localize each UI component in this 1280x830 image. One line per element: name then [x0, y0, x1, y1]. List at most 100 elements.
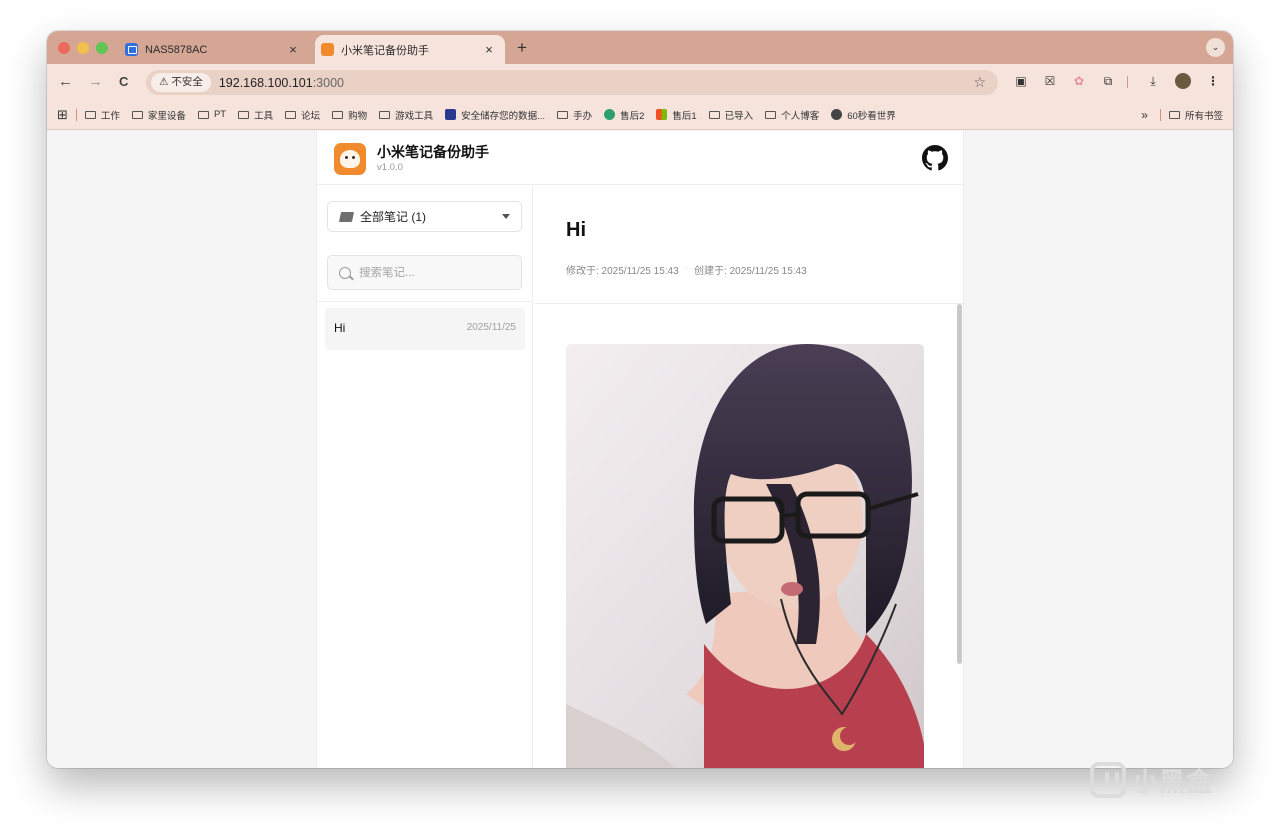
bookmark-label: 个人博客: [781, 110, 820, 122]
note-modified: 修改于: 2025/11/25 15:43: [566, 266, 679, 277]
bookmark-folder-game-tools[interactable]: 游戏工具: [379, 108, 433, 122]
address-bar[interactable]: ⚠ 不安全 192.168.100.101:3000 ☆: [146, 70, 998, 95]
bookmark-divider: [75, 108, 77, 121]
search-box[interactable]: [327, 255, 522, 290]
rabbit-face-icon: [340, 150, 360, 168]
news-favicon-icon: [831, 109, 843, 120]
bookmark-folder-work[interactable]: 工作: [84, 108, 120, 122]
extensions-puzzle-icon[interactable]: ⧉: [1101, 74, 1115, 88]
url-text: 192.168.100.101:3000: [219, 76, 344, 90]
minimize-window-button[interactable]: [77, 42, 89, 54]
tab-search-button[interactable]: ⌄: [1206, 38, 1225, 57]
close-window-button[interactable]: [58, 42, 70, 54]
search-icon: [339, 266, 351, 279]
bookmark-folder-shopping[interactable]: 购物: [332, 108, 367, 122]
new-tab-button[interactable]: +: [517, 38, 527, 58]
extension-pink-icon[interactable]: ✿: [1072, 74, 1086, 88]
security-badge[interactable]: ⚠ 不安全: [151, 73, 211, 92]
maximize-window-button[interactable]: [96, 42, 108, 54]
bookmark-label: 家里设备: [147, 110, 186, 122]
folder-icon: [379, 110, 391, 119]
browser-toolbar: ← → C ⚠ 不安全 192.168.100.101:3000 ☆ ▣ ☒ ✿…: [47, 64, 1233, 100]
reload-button[interactable]: C: [119, 74, 128, 89]
folder-icon: [238, 110, 250, 119]
url-port: :3000: [312, 75, 344, 90]
bookmark-folder-blog[interactable]: 个人博客: [765, 108, 819, 122]
apps-grid-icon[interactable]: ⊞: [57, 107, 68, 123]
bookmark-label: 售后1: [672, 110, 697, 122]
bookmark-divider: [1159, 109, 1161, 121]
tab-notes-helper[interactable]: 小米笔记备份助手 ×: [315, 35, 505, 64]
bookmark-label: 论坛: [301, 110, 321, 122]
folder-icon: [84, 110, 96, 119]
portrait-photo: [566, 344, 924, 768]
tab-title: NAS5878AC: [145, 43, 208, 56]
bookmark-label: 售后2: [620, 110, 645, 122]
content-divider: [534, 303, 964, 304]
folder-icon: [557, 110, 569, 119]
bookmark-star-icon[interactable]: ☆: [973, 74, 986, 91]
extension-screenshot-icon[interactable]: ☒: [1043, 74, 1057, 88]
content-scrollbar[interactable]: [957, 304, 962, 664]
bookmark-label: 安全储存您的数据...: [461, 110, 546, 122]
note-list-date: 2025/11/25: [466, 322, 516, 333]
screen: NAS5878AC × 小米笔记备份助手 × + ⌄ ← → C ⚠ 不安全 1…: [0, 0, 1280, 830]
note-meta: 修改于: 2025/11/25 15:43 · 创建于: 2025/11/25 …: [566, 262, 807, 277]
bookmark-60s-world[interactable]: 60秒看世界: [831, 108, 896, 122]
bookmark-folder-tools[interactable]: 工具: [238, 108, 273, 122]
bookmark-label: 工作: [100, 110, 120, 122]
bookmark-folder-figures[interactable]: 手办: [557, 108, 592, 122]
download-icon[interactable]: ⤓: [1146, 74, 1160, 88]
tab-close-icon[interactable]: ×: [285, 42, 301, 57]
back-button[interactable]: ←: [58, 73, 73, 90]
browser-menu-icon[interactable]: ⋮: [1206, 74, 1220, 88]
app-logo-icon: [334, 143, 366, 175]
forward-button[interactable]: →: [88, 73, 103, 90]
app-title: 小米笔记备份助手: [377, 144, 489, 160]
bookmark-label: 购物: [348, 110, 368, 122]
extension-mask-icon[interactable]: ▣: [1014, 74, 1028, 88]
note-title: Hi: [566, 219, 586, 241]
note-list-title: Hi: [334, 321, 346, 335]
tab-title: 小米笔记备份助手: [341, 44, 429, 57]
bookmark-folder-imported[interactable]: 已导入: [708, 108, 754, 122]
bookmark-secure-storage[interactable]: 安全储存您的数据...: [445, 108, 545, 122]
bookmark-label: 手办: [573, 110, 593, 122]
github-icon[interactable]: [922, 145, 948, 171]
heybox-logo-icon: [1090, 762, 1126, 798]
folder-icon: [285, 110, 297, 119]
folder-icon: [338, 211, 355, 222]
tab-strip: NAS5878AC × 小米笔记备份助手 × + ⌄: [47, 31, 1233, 64]
app-version: v1.0.0: [377, 162, 403, 173]
note-image: [566, 344, 924, 768]
search-input[interactable]: [359, 266, 509, 279]
bookmark-folder-home-devices[interactable]: 家里设备: [131, 108, 186, 122]
note-list-item[interactable]: Hi 2025/11/25: [325, 308, 525, 350]
note-content: Hi 修改于: 2025/11/25 15:43 · 创建于: 2025/11/…: [534, 186, 964, 768]
watermark-text: 小黑盒: [1132, 766, 1214, 797]
bookmark-label: 60秒看世界: [847, 110, 896, 122]
tab-nas[interactable]: NAS5878AC ×: [119, 35, 309, 64]
bookmark-folder-forum[interactable]: 论坛: [285, 108, 320, 122]
folder-icon: [765, 110, 777, 119]
app-favicon-icon: [321, 43, 334, 56]
folder-select-value: 全部笔记 (1): [360, 210, 427, 224]
note-created: 创建于: 2025/11/25 15:43: [694, 266, 807, 277]
bookmark-label: 游戏工具: [395, 110, 434, 122]
all-bookmarks-button[interactable]: 所有书签: [1168, 108, 1223, 122]
watermark: 小黑盒: [1090, 758, 1213, 802]
bookmark-label: 已导入: [724, 110, 754, 122]
notes-app: 小米笔记备份助手 v1.0.0 全部笔记 (1) 搜索笔记... Hi 2025…: [316, 131, 964, 768]
profile-avatar-icon[interactable]: [1175, 73, 1191, 89]
toolbar-divider: [1127, 76, 1128, 88]
bookmark-folder-pt[interactable]: PT: [197, 109, 226, 120]
folder-icon: [1168, 111, 1180, 119]
bookmarks-bar: ⊞ 工作 家里设备 PT 工具 论坛 购物 游戏工具 安全储存您的数据... 手…: [47, 100, 1233, 130]
tab-close-icon[interactable]: ×: [481, 42, 497, 57]
bookmarks-overflow-button[interactable]: »: [1141, 108, 1148, 122]
bookmark-after-sales-1[interactable]: 售后1: [656, 108, 697, 122]
folder-select[interactable]: 全部笔记 (1): [327, 201, 522, 232]
bookmark-after-sales-2[interactable]: 售后2: [604, 108, 644, 122]
bookmarks-right: » 所有书签: [1141, 100, 1223, 130]
chevron-down-icon: [502, 214, 510, 219]
